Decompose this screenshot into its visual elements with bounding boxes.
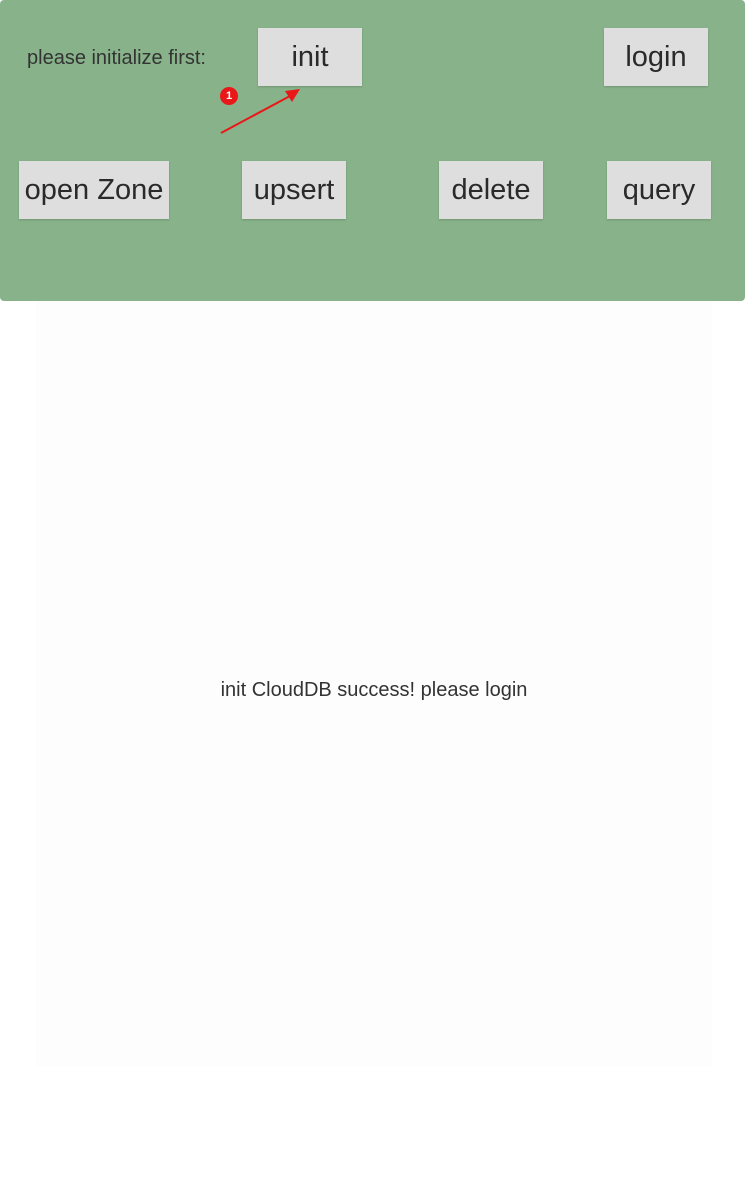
delete-button[interactable]: delete — [439, 161, 543, 219]
init-button[interactable]: init — [258, 28, 362, 86]
result-panel: init CloudDB success! please login — [36, 301, 712, 1066]
open-zone-button[interactable]: open Zone — [19, 161, 169, 219]
upsert-button[interactable]: upsert — [242, 161, 346, 219]
toolbar: please initialize first: init login open… — [0, 0, 745, 301]
login-button[interactable]: login — [604, 28, 708, 86]
query-button[interactable]: query — [607, 161, 711, 219]
step-number-badge: 1 — [220, 87, 238, 105]
prompt-label: please initialize first: — [27, 47, 206, 69]
status-message: init CloudDB success! please login — [220, 679, 528, 701]
